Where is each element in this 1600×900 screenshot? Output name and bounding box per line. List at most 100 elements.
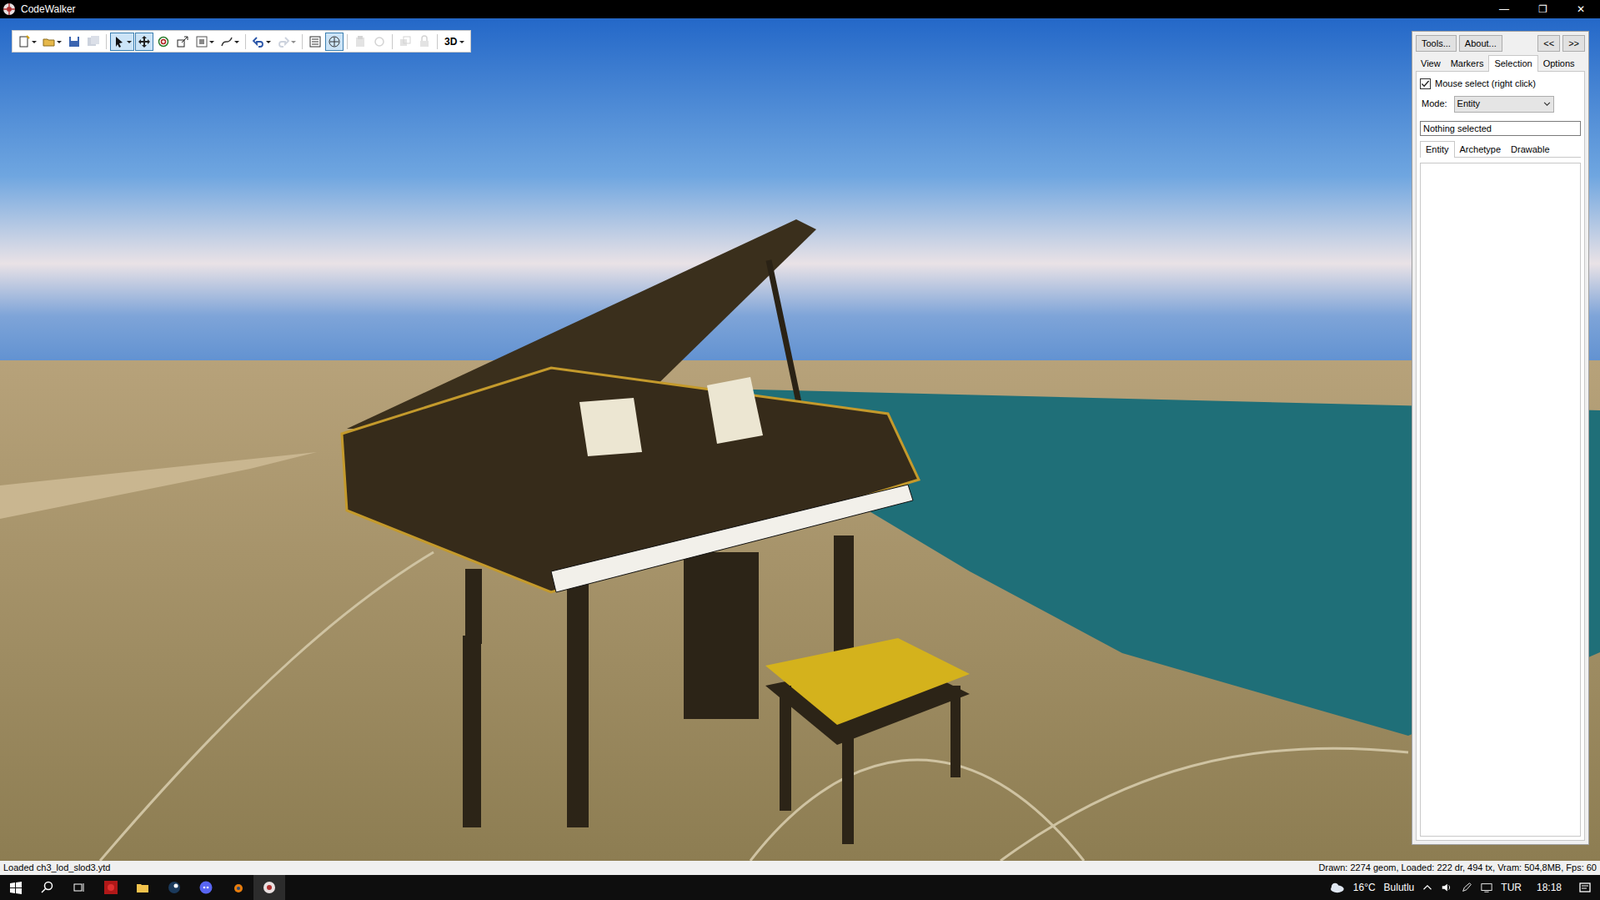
mode-label: Mode: bbox=[1421, 96, 1448, 111]
taskbar-app[interactable] bbox=[95, 874, 127, 900]
notifications-icon bbox=[1578, 880, 1592, 894]
collapse-button[interactable]: << bbox=[1537, 35, 1560, 52]
panel-button-row: Tools...About... <<>> bbox=[1415, 35, 1585, 52]
input-language[interactable]: TUR bbox=[1500, 879, 1522, 895]
toolbar-button[interactable] bbox=[396, 32, 415, 51]
viewport-3d[interactable]: 3D Tools...About... <<>> ViewMarkersSelecti… bbox=[0, 18, 1600, 861]
tools-button[interactable]: Tools... bbox=[1415, 35, 1457, 52]
panel-tab[interactable]: Options bbox=[1538, 56, 1580, 71]
mouse-select-row: Mouse select (right click) bbox=[1419, 76, 1581, 91]
expand-button[interactable]: >> bbox=[1562, 35, 1585, 52]
toolbar-button[interactable] bbox=[370, 32, 389, 51]
toolbar-separator bbox=[346, 34, 348, 50]
restore-button[interactable]: ❐ bbox=[1523, 0, 1562, 19]
panel-tab[interactable]: Selection bbox=[1488, 55, 1538, 72]
taskbar-app[interactable] bbox=[190, 874, 222, 900]
toolbar-separator bbox=[245, 34, 246, 50]
redo-icon bbox=[276, 35, 291, 49]
weather-temperature[interactable]: 16°C bbox=[1353, 879, 1376, 895]
toolbar-button[interactable] bbox=[325, 32, 344, 51]
toolbar-button[interactable] bbox=[84, 32, 103, 51]
selection-tab-page: Mouse select (right click) Mode: Entity Not… bbox=[1415, 71, 1585, 841]
mode-value: Entity bbox=[1457, 96, 1544, 111]
close-button[interactable]: ✕ bbox=[1561, 0, 1600, 19]
toolbar-button[interactable] bbox=[110, 32, 135, 51]
lock-icon bbox=[417, 35, 432, 49]
taskbar-app[interactable] bbox=[126, 874, 159, 900]
window-controls: —❐✕ bbox=[1484, 0, 1600, 19]
taskbar-app[interactable] bbox=[221, 874, 254, 900]
side-panel: Tools...About... <<>> ViewMarkersSelection… bbox=[1411, 30, 1590, 845]
selection-subtab[interactable]: Entity bbox=[1419, 140, 1455, 158]
toolbar-button[interactable] bbox=[351, 32, 370, 51]
mouse-select-checkbox[interactable] bbox=[1419, 78, 1431, 90]
system-tray: 16°C Bulutlu TUR 18:18 bbox=[1328, 879, 1600, 895]
toolbar-button[interactable] bbox=[274, 32, 299, 51]
toolbar: 3D bbox=[11, 30, 472, 53]
open-folder-icon bbox=[42, 35, 56, 49]
task-view-icon bbox=[72, 880, 86, 894]
about-button[interactable]: About... bbox=[1459, 35, 1503, 52]
selection-subtab[interactable]: Drawable bbox=[1505, 142, 1555, 157]
mode-row: Mode: Entity bbox=[1419, 95, 1581, 113]
view-mode-dropdown[interactable]: 3D bbox=[441, 32, 468, 51]
chevron-up-icon bbox=[1422, 882, 1433, 893]
panel-tab[interactable]: View bbox=[1415, 56, 1446, 71]
paste-icon bbox=[353, 35, 367, 49]
dropdown-arrow-icon bbox=[290, 35, 296, 49]
toolbar-button[interactable] bbox=[40, 32, 65, 51]
copy-icon bbox=[372, 35, 387, 49]
taskbar-app[interactable] bbox=[0, 874, 32, 900]
scale-icon bbox=[175, 35, 190, 49]
dropdown-arrow-icon bbox=[209, 35, 215, 49]
toolbar-separator bbox=[105, 34, 107, 50]
file-explorer-icon bbox=[135, 880, 150, 894]
toolbar-button[interactable] bbox=[415, 32, 434, 51]
toolbar-button[interactable] bbox=[173, 32, 192, 51]
toolbar-button[interactable] bbox=[192, 32, 217, 51]
selection-icon bbox=[327, 35, 342, 49]
taskbar-app[interactable] bbox=[63, 874, 96, 900]
rotate-icon bbox=[156, 35, 171, 49]
status-message: Loaded ch3_lod_slod3.ytd bbox=[3, 860, 111, 875]
dropdown-arrow-icon bbox=[126, 35, 132, 49]
dropdown-arrow-icon bbox=[234, 35, 240, 49]
toolbar-button[interactable] bbox=[154, 32, 173, 51]
toolbar-button[interactable] bbox=[305, 32, 325, 51]
pen-icon bbox=[1460, 881, 1473, 893]
title-bar: CodeWalker—❐✕ bbox=[0, 0, 1600, 19]
discord-icon bbox=[199, 880, 213, 894]
taskbar-app[interactable] bbox=[253, 874, 286, 900]
toolbar-separator bbox=[391, 34, 393, 50]
taskbar-app[interactable] bbox=[31, 874, 64, 900]
mode-dropdown[interactable]: Entity bbox=[1454, 95, 1555, 113]
path-icon bbox=[220, 35, 234, 49]
toolbar-button[interactable] bbox=[65, 32, 84, 51]
undo-icon bbox=[251, 35, 266, 49]
scene-render bbox=[0, 18, 1600, 861]
blender-icon bbox=[230, 880, 245, 894]
save-all-icon bbox=[86, 35, 101, 49]
taskbar: 16°C Bulutlu TUR 18:18 bbox=[0, 874, 1600, 900]
checkmark-icon bbox=[1420, 79, 1430, 89]
minimize-button[interactable]: — bbox=[1484, 0, 1524, 19]
dropdown-arrow-icon bbox=[265, 35, 271, 49]
dropdown-arrow-icon bbox=[56, 35, 62, 49]
speaker-icon bbox=[1440, 881, 1453, 893]
toolbar-button[interactable] bbox=[249, 32, 274, 51]
panel-tab[interactable]: Markers bbox=[1445, 56, 1490, 71]
selection-textbox[interactable]: Nothing selected bbox=[1419, 120, 1581, 137]
toolbar-button[interactable] bbox=[217, 32, 242, 51]
panel-tab-bar: ViewMarkersSelectionOptions bbox=[1415, 55, 1585, 72]
toolbar-button[interactable] bbox=[15, 32, 40, 51]
cloud-icon bbox=[1328, 881, 1345, 893]
weather-condition[interactable]: Bulutlu bbox=[1384, 879, 1415, 895]
toolbar-button[interactable] bbox=[135, 32, 154, 51]
recording-app-icon bbox=[104, 880, 118, 894]
mouse-select-label: Mouse select (right click) bbox=[1434, 76, 1536, 91]
property-grid[interactable] bbox=[1419, 162, 1581, 837]
network-icon bbox=[1480, 881, 1493, 893]
clock[interactable]: 18:18 bbox=[1536, 879, 1562, 895]
selection-subtab[interactable]: Archetype bbox=[1454, 142, 1507, 157]
taskbar-app[interactable] bbox=[158, 874, 191, 900]
